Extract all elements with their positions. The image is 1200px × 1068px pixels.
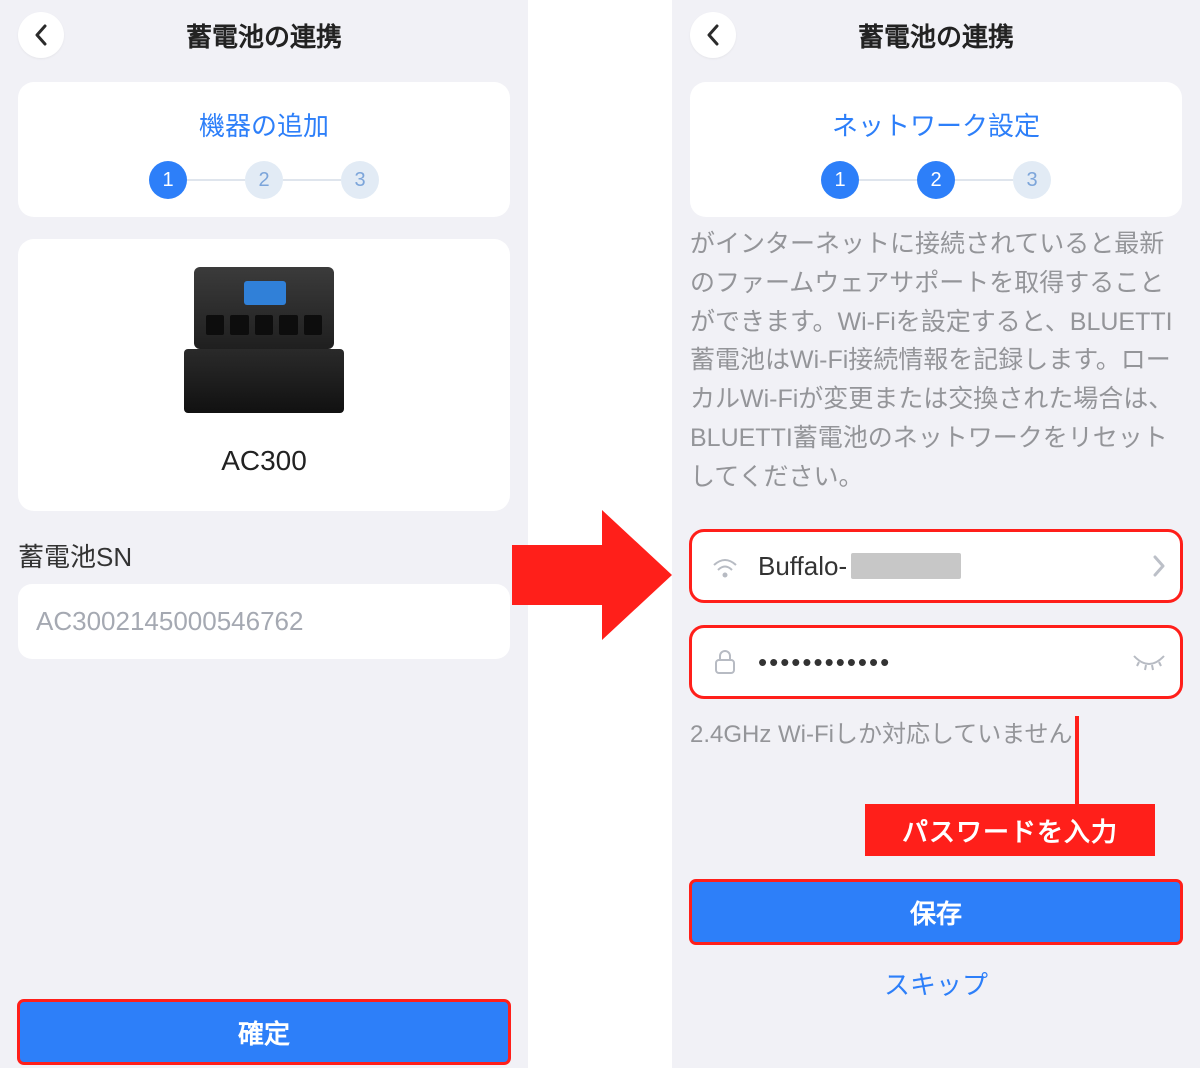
wifi-ssid-redacted bbox=[851, 553, 961, 579]
step-connector bbox=[187, 179, 245, 181]
lock-icon bbox=[710, 647, 740, 677]
device-card[interactable]: AC300 bbox=[18, 239, 510, 511]
step-3: 3 bbox=[1013, 161, 1051, 199]
step-indicator: 1 2 3 bbox=[28, 161, 500, 199]
chevron-right-icon bbox=[1152, 555, 1166, 577]
confirm-button-label: 確定 bbox=[238, 1014, 290, 1051]
header: 蓄電池の連携 bbox=[0, 0, 528, 70]
step-1: 1 bbox=[149, 161, 187, 199]
step-1: 1 bbox=[821, 161, 859, 199]
skip-link[interactable]: スキップ bbox=[672, 965, 1200, 1002]
step-card-title: 機器の追加 bbox=[28, 106, 500, 143]
wifi-ssid-value: Buffalo- bbox=[758, 551, 1134, 582]
step-connector bbox=[955, 179, 1013, 181]
annotation-callout-label: パスワードを入力 bbox=[902, 812, 1118, 849]
header: 蓄電池の連携 bbox=[672, 0, 1200, 70]
wifi-password-field[interactable]: •••••••••••• bbox=[690, 626, 1182, 698]
annotation-callout-connector bbox=[1075, 716, 1079, 806]
save-button[interactable]: 保存 bbox=[690, 880, 1182, 944]
wifi-note: 2.4GHz Wi-Fiしか対応していません bbox=[690, 714, 1182, 749]
sn-block: 蓄電池SN bbox=[18, 537, 510, 659]
step-connector bbox=[859, 179, 917, 181]
step-2: 2 bbox=[917, 161, 955, 199]
wifi-ssid-field[interactable]: Buffalo- bbox=[690, 530, 1182, 602]
step-2: 2 bbox=[245, 161, 283, 199]
step-card-title: ネットワーク設定 bbox=[700, 106, 1172, 143]
wifi-password-value: •••••••••••• bbox=[758, 647, 1114, 678]
step-3: 3 bbox=[341, 161, 379, 199]
network-description: がインターネットに接続されていると最新のファームウェアサポートを取得することがで… bbox=[690, 225, 1182, 496]
step-connector bbox=[283, 179, 341, 181]
step-indicator: 1 2 3 bbox=[700, 161, 1172, 199]
device-name-label: AC300 bbox=[28, 445, 500, 477]
skip-link-label: スキップ bbox=[884, 970, 988, 1000]
save-button-label: 保存 bbox=[910, 894, 962, 931]
annotation-callout: パスワードを入力 bbox=[865, 804, 1155, 856]
step-card: ネットワーク設定 1 2 3 bbox=[690, 82, 1182, 217]
step-card: 機器の追加 1 2 3 bbox=[18, 82, 510, 217]
eye-closed-icon[interactable] bbox=[1132, 652, 1166, 672]
wifi-icon bbox=[710, 551, 740, 581]
device-image bbox=[184, 267, 344, 417]
annotation-arrow-icon bbox=[512, 510, 672, 640]
screen-network-settings: 蓄電池の連携 ネットワーク設定 1 2 3 がインターネットに接続されていると最… bbox=[672, 0, 1200, 1068]
confirm-button[interactable]: 確定 bbox=[18, 1000, 510, 1064]
sn-input[interactable] bbox=[18, 584, 510, 659]
page-title: 蓄電池の連携 bbox=[672, 17, 1200, 54]
page-title: 蓄電池の連携 bbox=[0, 17, 528, 54]
screen-add-device: 蓄電池の連携 機器の追加 1 2 3 AC300 蓄電池SN 確定 bbox=[0, 0, 528, 1068]
wifi-ssid-prefix: Buffalo- bbox=[758, 551, 847, 582]
sn-label: 蓄電池SN bbox=[18, 537, 510, 574]
